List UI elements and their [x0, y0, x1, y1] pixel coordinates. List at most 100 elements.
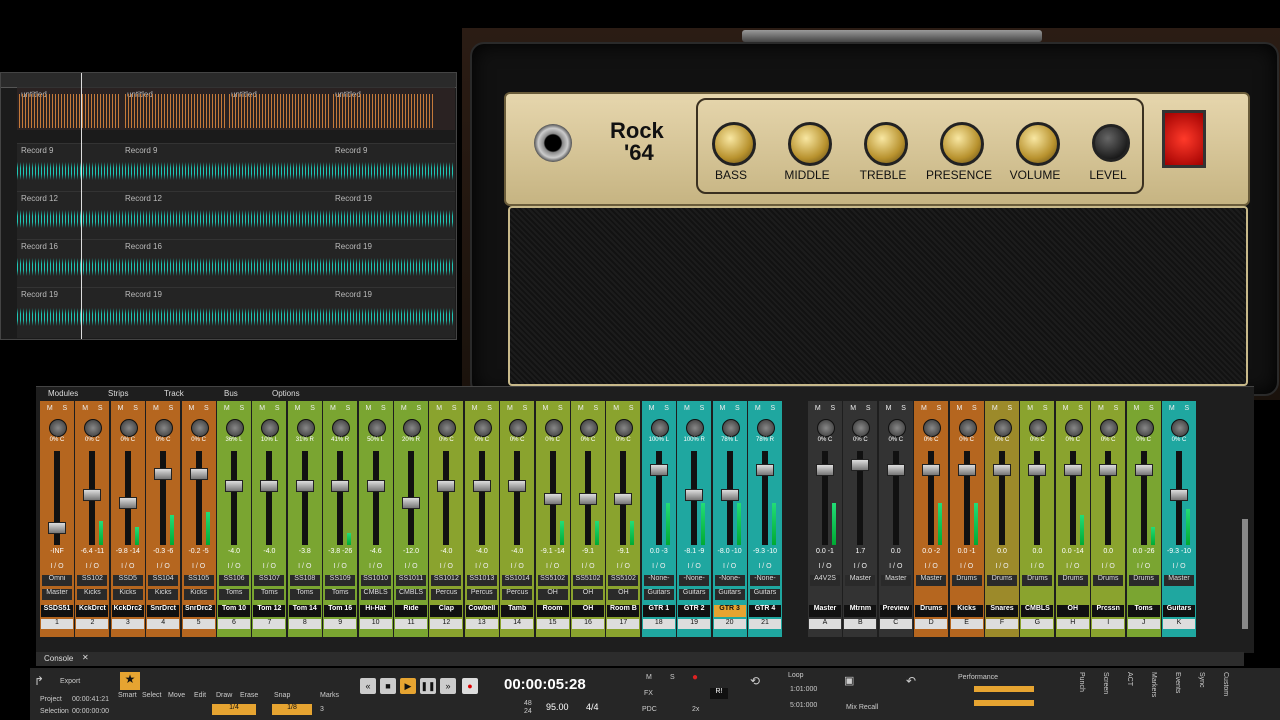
solo-button[interactable]: S — [98, 405, 103, 412]
volume-fader[interactable] — [614, 493, 633, 505]
track-name[interactable]: Tom 14 — [288, 605, 321, 617]
track-name[interactable]: KckDrc2 — [111, 605, 144, 617]
track-lane[interactable]: Record 19 Record 19 Record 19 — [17, 287, 455, 338]
mix-recall[interactable]: Mix Recall — [846, 704, 878, 711]
menu-options[interactable]: Options — [272, 389, 300, 401]
bass-knob[interactable] — [712, 122, 756, 166]
track-name[interactable]: GTR 2 — [678, 605, 711, 617]
rewind-button[interactable]: « — [360, 678, 376, 694]
output-selector[interactable]: Kicks — [148, 589, 179, 600]
mute-button[interactable]: M — [1027, 405, 1033, 412]
mute-button[interactable]: M — [542, 405, 548, 412]
pan-knob[interactable] — [49, 419, 67, 437]
volume-fader[interactable] — [816, 464, 834, 476]
track-lane[interactable]: Record 16 Record 16 Record 19 — [17, 239, 455, 288]
mute-button[interactable]: M — [649, 405, 655, 412]
solo-button[interactable]: S — [204, 405, 209, 412]
mute-button[interactable]: M — [719, 405, 725, 412]
track-name[interactable]: Hi-Hat — [359, 605, 392, 617]
volume-fader[interactable] — [295, 480, 314, 492]
track-name[interactable]: Guitars — [1163, 605, 1195, 617]
output-selector[interactable]: OH — [573, 589, 603, 600]
volume-fader[interactable] — [851, 459, 870, 471]
loop-icon[interactable]: ⟲ — [750, 674, 760, 688]
volume-fader[interactable] — [1099, 464, 1118, 476]
output-selector[interactable]: Guitars — [714, 589, 745, 600]
solo-button[interactable]: S — [381, 405, 386, 412]
snap-value[interactable]: 1/8 — [272, 704, 312, 715]
export-button[interactable]: Export — [60, 678, 80, 685]
mute-button[interactable]: M — [755, 405, 761, 412]
input-selector[interactable]: SS5102 — [573, 575, 603, 586]
power-switch[interactable] — [1162, 110, 1206, 168]
pan-knob[interactable] — [958, 419, 977, 437]
input-selector[interactable]: SS1011 — [396, 575, 426, 586]
track-name[interactable]: Snares — [986, 605, 1018, 617]
solo-button[interactable]: S — [972, 405, 977, 412]
output-selector[interactable]: Guitars — [750, 589, 780, 600]
mute-button[interactable]: M — [259, 405, 265, 412]
volume-fader[interactable] — [331, 480, 350, 492]
mute-button[interactable]: M — [118, 405, 124, 412]
solo-button[interactable]: S — [1114, 405, 1119, 412]
volume-fader[interactable] — [886, 464, 905, 476]
track-name[interactable]: SnrDrct — [147, 605, 180, 617]
mute-button[interactable]: M — [578, 405, 584, 412]
solo-button[interactable]: S — [700, 405, 705, 412]
punch-tab[interactable]: Punch — [1078, 672, 1085, 692]
loop-end[interactable]: 5:01:000 — [790, 702, 817, 709]
mute-button[interactable]: M — [992, 405, 998, 412]
undo-icon[interactable]: ↶ — [906, 674, 916, 688]
solo-button[interactable]: S — [664, 405, 669, 412]
mute-button[interactable]: M — [815, 405, 821, 412]
input-selector[interactable]: -None- — [643, 575, 674, 586]
menu-track[interactable]: Track — [164, 389, 184, 401]
export-icon[interactable]: ↱ — [34, 674, 44, 688]
pan-knob[interactable] — [1064, 419, 1083, 437]
track-name[interactable]: OH — [1056, 605, 1089, 617]
draw-duration[interactable]: 1/4 — [212, 704, 256, 715]
record-arm-icon[interactable]: ● — [692, 672, 698, 683]
pan-knob[interactable] — [119, 419, 138, 437]
input-selector[interactable]: Drums — [987, 575, 1017, 586]
mute-button[interactable]: M — [436, 405, 442, 412]
output-selector[interactable]: Toms — [254, 589, 285, 600]
console-scrollbar[interactable] — [1242, 519, 1248, 629]
track-name[interactable]: Tom 12 — [253, 605, 286, 617]
mute-button[interactable]: M — [153, 405, 159, 412]
solo-button[interactable]: S — [1007, 405, 1012, 412]
pan-knob[interactable] — [226, 419, 244, 437]
pan-knob[interactable] — [332, 419, 351, 437]
solo-button[interactable]: S — [523, 405, 528, 412]
solo-button[interactable]: S — [416, 405, 421, 412]
volume-fader[interactable] — [48, 522, 66, 534]
track-name[interactable]: Master — [809, 605, 841, 617]
input-selector[interactable]: SS1012 — [431, 575, 462, 586]
track-name[interactable]: Prcssn — [1092, 605, 1125, 617]
pan-knob[interactable] — [1171, 419, 1189, 437]
solo-all-button[interactable]: S — [670, 674, 675, 681]
track-name[interactable]: Ride — [395, 605, 427, 617]
solo-button[interactable]: S — [452, 405, 457, 412]
pan-knob[interactable] — [84, 419, 103, 437]
pan-knob[interactable] — [887, 419, 906, 437]
output-selector[interactable]: OH — [608, 589, 639, 600]
input-selector[interactable]: Drums — [1022, 575, 1053, 586]
solo-button[interactable]: S — [629, 405, 634, 412]
volume-fader[interactable] — [508, 480, 527, 492]
solo-button[interactable]: S — [558, 405, 563, 412]
output-selector[interactable]: Toms — [289, 589, 320, 600]
tempo-display[interactable]: 95.00 — [546, 702, 569, 712]
mute-button[interactable]: M — [956, 405, 962, 412]
mute-button[interactable]: M — [365, 405, 371, 412]
volume-fader[interactable] — [993, 464, 1011, 476]
track-name[interactable]: Tom 16 — [324, 605, 357, 617]
input-selector[interactable]: SS1014 — [502, 575, 533, 586]
tool-move[interactable]: Move — [168, 692, 185, 699]
output-selector[interactable]: Kicks — [183, 589, 214, 600]
pan-knob[interactable] — [1029, 419, 1048, 437]
loop-start[interactable]: 1:01:000 — [790, 686, 817, 693]
input-selector[interactable]: Drums — [1093, 575, 1124, 586]
volume-fader[interactable] — [366, 480, 385, 492]
menu-modules[interactable]: Modules — [48, 389, 78, 401]
